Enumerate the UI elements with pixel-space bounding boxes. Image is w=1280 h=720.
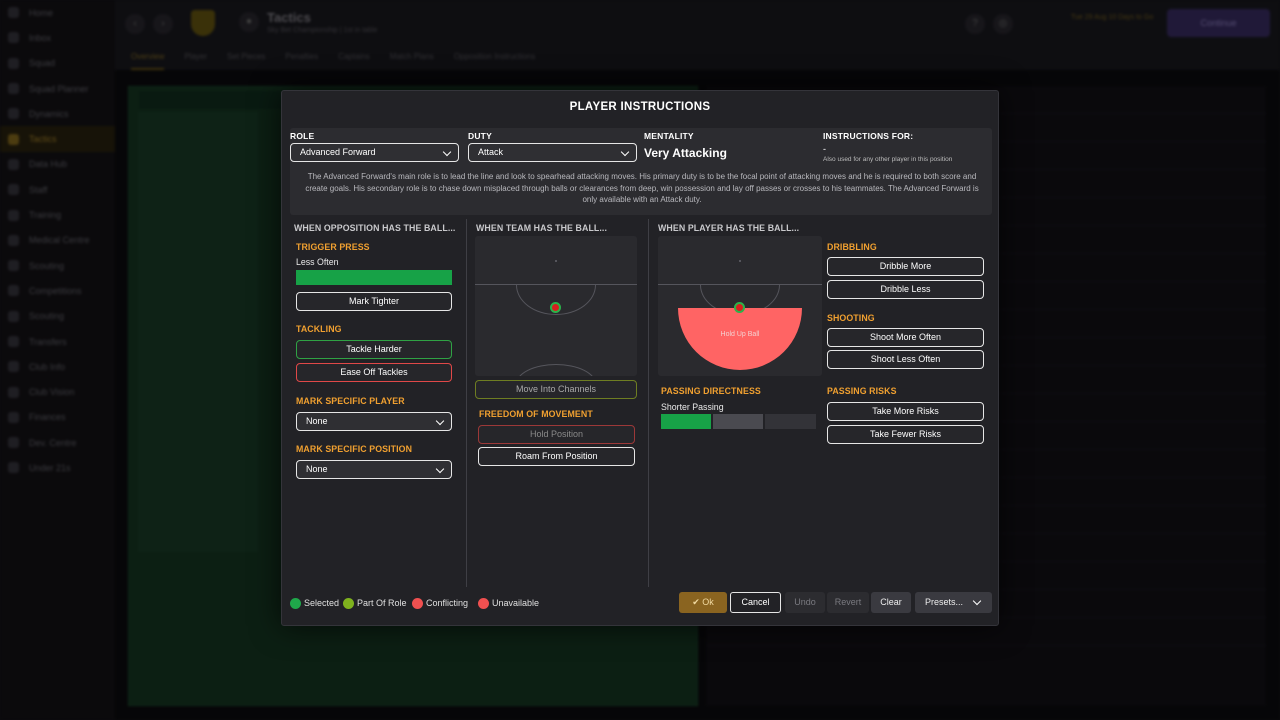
chevron-down-icon xyxy=(442,147,452,157)
selected-legend-label: Selected xyxy=(304,598,340,608)
check-icon: ✔ xyxy=(692,597,700,607)
mentality-label: MENTALITY xyxy=(644,131,694,141)
roam-from-position-button[interactable]: Roam From Position xyxy=(478,447,635,466)
presets-dropdown[interactable]: Presets... xyxy=(915,592,992,613)
mark-specific-player-label: MARK SPECIFIC PLAYER xyxy=(296,396,405,406)
part-of-role-legend-label: Part Of Role xyxy=(357,598,407,608)
duty-label: DUTY xyxy=(468,131,492,141)
team-position-pitch xyxy=(475,236,637,376)
centre-spot xyxy=(739,260,741,262)
hold-up-ball-zone[interactable] xyxy=(678,308,802,370)
player-section-header: WHEN PLAYER HAS THE BALL... xyxy=(658,223,800,233)
freedom-of-movement-label: FREEDOM OF MOVEMENT xyxy=(479,409,593,419)
hold-up-ball-label: Hold Up Ball xyxy=(720,331,760,338)
mark-specific-position-label: MARK SPECIFIC POSITION xyxy=(296,444,413,454)
instructions-for-label: INSTRUCTIONS FOR: xyxy=(823,131,914,141)
part-of-role-legend-dot xyxy=(343,598,354,609)
penalty-arc xyxy=(516,364,596,376)
column-divider xyxy=(466,219,467,587)
slider-segment-selected xyxy=(661,414,711,429)
mark-tighter-button[interactable]: Mark Tighter xyxy=(296,292,452,311)
slider-segment xyxy=(713,414,763,429)
player-instructions-dialog: PLAYER INSTRUCTIONS ROLE Advanced Forwar… xyxy=(281,90,999,626)
hold-position-button[interactable]: Hold Position xyxy=(478,425,635,444)
role-value: Advanced Forward xyxy=(300,147,376,157)
ok-button[interactable]: ✔ Ok xyxy=(679,592,727,613)
player-ball-pitch: Hold Up Ball xyxy=(658,236,822,376)
revert-button[interactable]: Revert xyxy=(827,592,869,613)
dribble-less-button[interactable]: Dribble Less xyxy=(827,280,984,299)
move-into-channels-button[interactable]: Move Into Channels xyxy=(475,380,637,399)
trigger-press-fill xyxy=(296,270,452,285)
trigger-press-slider[interactable] xyxy=(296,270,452,285)
tackling-label: TACKLING xyxy=(296,324,342,334)
shoot-less-often-button[interactable]: Shoot Less Often xyxy=(827,350,984,369)
role-dropdown[interactable]: Advanced Forward xyxy=(290,143,459,162)
mentality-value: Very Attacking xyxy=(644,146,727,160)
role-label: ROLE xyxy=(290,131,315,141)
mark-specific-player-value: None xyxy=(306,416,328,426)
halfway-line xyxy=(658,284,822,285)
duty-dropdown[interactable]: Attack xyxy=(468,143,637,162)
tackle-harder-button[interactable]: Tackle Harder xyxy=(296,340,452,359)
duty-value: Attack xyxy=(478,147,504,157)
instructions-for-note: Also used for any other player in this p… xyxy=(823,156,953,163)
mark-specific-player-dropdown[interactable]: None xyxy=(296,412,452,431)
shoot-more-often-button[interactable]: Shoot More Often xyxy=(827,328,984,347)
centre-spot xyxy=(555,260,557,262)
dialog-title: PLAYER INSTRUCTIONS xyxy=(569,101,711,113)
player-position-dot[interactable] xyxy=(550,302,561,313)
take-more-risks-button[interactable]: Take More Risks xyxy=(827,402,984,421)
chevron-down-icon xyxy=(435,416,445,426)
player-position-dot[interactable] xyxy=(734,302,745,313)
take-fewer-risks-button[interactable]: Take Fewer Risks xyxy=(827,425,984,444)
conflicting-legend-label: Conflicting xyxy=(426,598,469,608)
role-description: The Advanced Forward's main role is to l… xyxy=(305,172,979,204)
instructions-for-value: - xyxy=(823,144,826,154)
undo-button[interactable]: Undo xyxy=(785,592,825,613)
chevron-down-icon xyxy=(435,464,445,474)
trigger-press-label: TRIGGER PRESS xyxy=(296,242,370,252)
dribble-more-button[interactable]: Dribble More xyxy=(827,257,984,276)
passing-directness-label: PASSING DIRECTNESS xyxy=(661,386,761,396)
halfway-line xyxy=(475,284,637,285)
opposition-section-header: WHEN OPPOSITION HAS THE BALL... xyxy=(294,223,456,233)
passing-directness-slider[interactable] xyxy=(661,414,816,429)
column-divider xyxy=(648,219,649,587)
dribbling-label: DRIBBLING xyxy=(827,242,877,252)
presets-label: Presets... xyxy=(925,597,964,607)
team-section-header: WHEN TEAM HAS THE BALL... xyxy=(476,223,608,233)
mark-specific-position-dropdown[interactable]: None xyxy=(296,460,452,479)
slider-segment xyxy=(765,414,816,429)
ease-off-tackles-button[interactable]: Ease Off Tackles xyxy=(296,363,452,382)
passing-risks-label: PASSING RISKS xyxy=(827,386,897,396)
shooting-label: SHOOTING xyxy=(827,313,875,323)
ok-label: Ok xyxy=(702,597,714,607)
clear-button[interactable]: Clear xyxy=(871,592,911,613)
chevron-down-icon xyxy=(972,596,982,606)
passing-directness-value: Shorter Passing xyxy=(661,402,724,412)
cancel-button[interactable]: Cancel xyxy=(730,592,781,613)
chevron-down-icon xyxy=(620,147,630,157)
trigger-press-value: Less Often xyxy=(296,257,339,267)
selected-legend-dot xyxy=(290,598,301,609)
unavailable-legend-label: Unavailable xyxy=(492,598,540,608)
unavailable-legend-dot xyxy=(478,598,489,609)
mark-specific-position-value: None xyxy=(306,464,328,474)
conflicting-legend-dot xyxy=(412,598,423,609)
